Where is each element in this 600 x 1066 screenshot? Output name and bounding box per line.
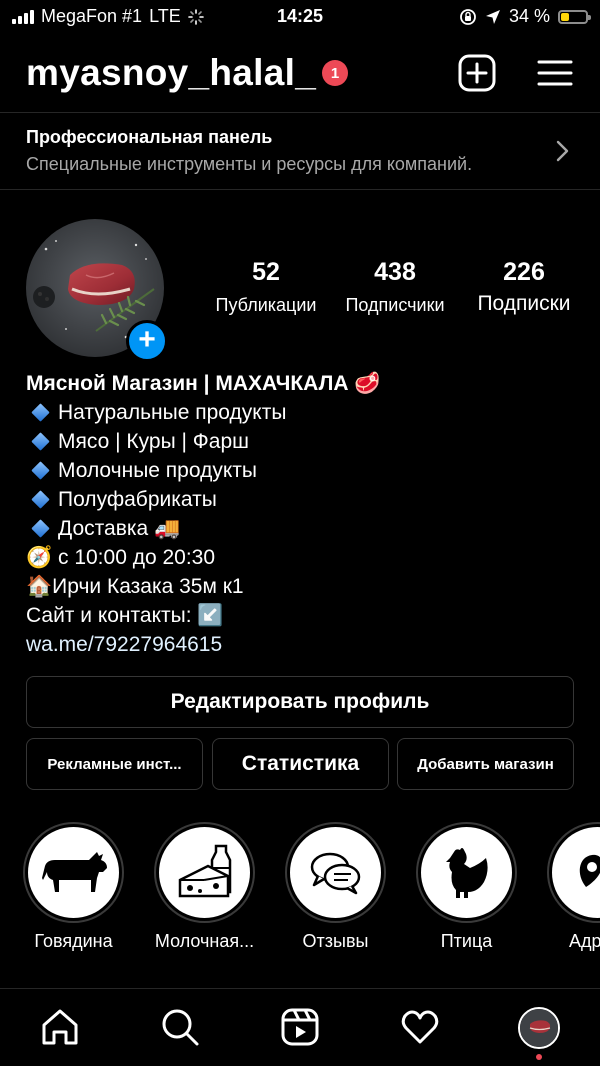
notification-dot: [536, 1054, 542, 1060]
followers-count: 438: [374, 258, 416, 286]
profile-avatar[interactable]: +: [26, 219, 168, 362]
chevron-right-icon: [556, 140, 569, 162]
profile-bio: Мясной Магазин | МАХАЧКАЛА 🥩 Натуральные…: [26, 369, 586, 659]
reels-icon[interactable]: [280, 1007, 320, 1047]
blue-diamond-icon: [31, 461, 50, 480]
bio-contacts: Сайт и контакты: ↙️: [26, 604, 224, 627]
highlight-address[interactable]: Адр: [547, 822, 600, 951]
bio-line: Доставка 🚚: [26, 514, 586, 543]
bio-hours: 🧭 с 10:00 до 20:30: [26, 546, 216, 569]
bio-line: Молочные продукты: [26, 456, 586, 485]
add-story-button[interactable]: +: [126, 320, 168, 362]
bio-line: Натуральные продукты: [26, 398, 586, 427]
highlight-label: Отзывы: [302, 931, 369, 951]
website-link[interactable]: wa.me/79227964615: [26, 630, 586, 659]
highlight-label: Адр: [569, 931, 600, 951]
notification-badge[interactable]: 1: [322, 60, 348, 86]
stat-posts[interactable]: 52 Публикации: [207, 258, 325, 316]
profile-tab-avatar[interactable]: [518, 1007, 560, 1049]
loading-spinner-icon: [187, 8, 204, 25]
highlight-label: Говядина: [34, 931, 113, 951]
ad-tools-button[interactable]: Рекламные инст...: [26, 738, 203, 790]
signal-icon: [12, 9, 34, 24]
highlight-beef[interactable]: Говядина: [23, 822, 124, 951]
search-icon[interactable]: [160, 1007, 200, 1047]
profile-header: myasnoy_halal_ 1: [26, 50, 576, 96]
create-post-icon[interactable]: [458, 54, 496, 92]
status-bar: MegaFon #1 LTE 14:25 34 %: [0, 0, 600, 34]
posts-count: 52: [252, 258, 280, 286]
highlight-reviews[interactable]: Отзывы: [285, 822, 386, 951]
pro-panel-title: Профессиональная панель: [26, 127, 273, 147]
bottom-tab-bar: [0, 988, 600, 1066]
cow-icon: [41, 851, 107, 892]
menu-icon[interactable]: [536, 54, 574, 92]
home-icon[interactable]: [40, 1007, 80, 1047]
bio-line: Мясо | Куры | Фарш: [26, 427, 586, 456]
location-icon: [579, 854, 600, 887]
professional-dashboard[interactable]: Профессиональная панель Специальные инст…: [0, 112, 600, 190]
blue-diamond-icon: [31, 519, 50, 538]
blue-diamond-icon: [31, 490, 50, 509]
business-name: Мясной Магазин | МАХАЧКАЛА 🥩: [26, 372, 381, 395]
highlight-label: Птица: [440, 931, 493, 951]
statistics-button[interactable]: Статистика: [212, 738, 389, 790]
highlight-dairy[interactable]: Молочная...: [154, 822, 255, 951]
stat-following[interactable]: 226 Подписки: [466, 258, 582, 316]
following-count: 226: [503, 258, 545, 286]
location-arrow-icon: [485, 9, 500, 24]
add-shop-button[interactable]: Добавить магазин: [397, 738, 574, 790]
highlight-poultry[interactable]: Птица: [416, 822, 517, 951]
battery-icon: [558, 9, 591, 24]
pro-panel-subtitle: Специальные инструменты и ресурсы для ко…: [26, 154, 473, 174]
blue-diamond-icon: [31, 432, 50, 451]
following-label: Подписки: [477, 292, 571, 315]
carrier-name: MegaFon #1: [41, 6, 143, 26]
heart-icon[interactable]: [400, 1007, 440, 1047]
followers-label: Подписчики: [345, 295, 445, 315]
battery-percent: 34 %: [508, 6, 550, 26]
edit-profile-button[interactable]: Редактировать профиль: [26, 676, 574, 728]
blue-diamond-icon: [31, 403, 50, 422]
stat-followers[interactable]: 438 Подписчики: [334, 258, 456, 316]
chicken-icon: [445, 847, 488, 898]
bio-address: 🏠Ирчи Казака 35м к1: [26, 575, 244, 598]
network-type: LTE: [149, 6, 181, 26]
milk-cheese-icon: [178, 844, 231, 897]
posts-label: Публикации: [215, 295, 317, 315]
chat-bubbles-icon: [310, 852, 360, 894]
highlight-label: Молочная...: [154, 931, 255, 951]
orientation-lock-icon: [460, 8, 476, 25]
bio-line: Полуфабрикаты: [26, 485, 586, 514]
username[interactable]: myasnoy_halal_: [26, 52, 316, 94]
